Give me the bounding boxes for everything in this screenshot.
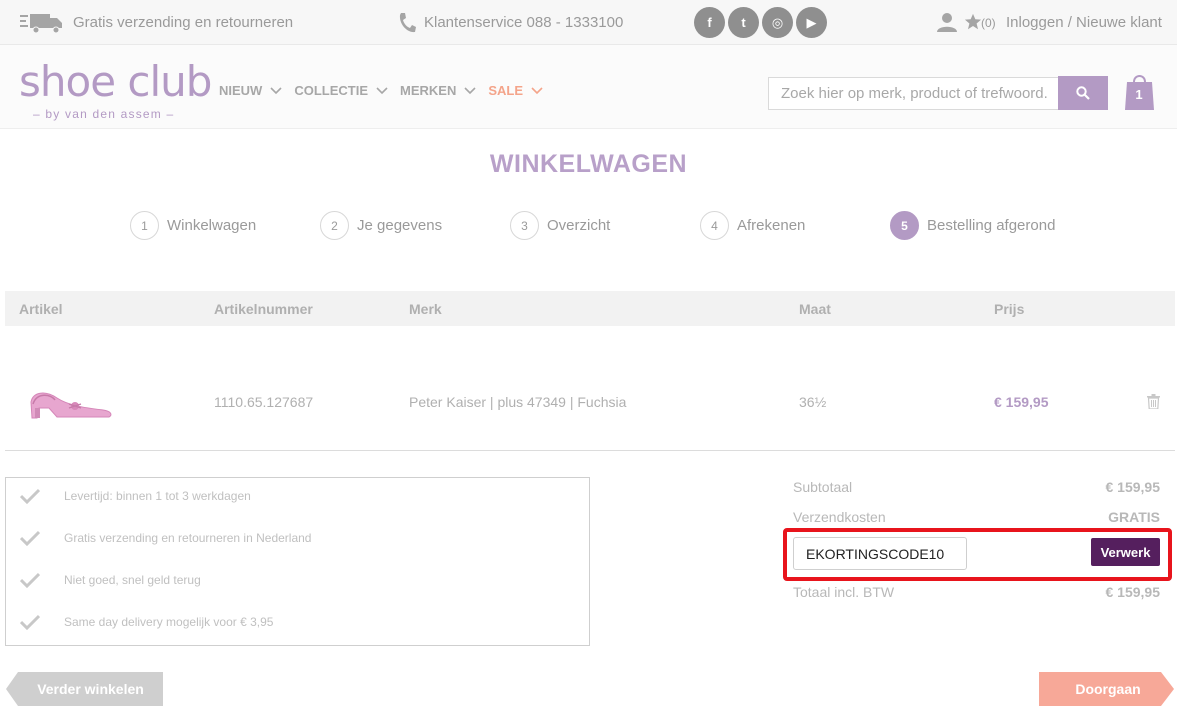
product-image[interactable]	[27, 382, 115, 422]
step-label: Afrekenen	[737, 217, 806, 234]
chevron-down-icon	[270, 86, 282, 94]
facebook-icon[interactable]: f	[694, 7, 725, 38]
nav-label: MERKEN	[400, 83, 457, 98]
apply-promo-button[interactable]: Verwerk	[1091, 538, 1160, 566]
usp-text: Gratis verzending en retourneren in Nede…	[64, 531, 312, 545]
promo-code-highlight: EKORTINGSCODE10 Verwerk	[783, 528, 1172, 581]
total-label: Totaal incl. BTW	[793, 584, 895, 600]
subtotal-line: Subtotaal € 159,95	[793, 479, 1160, 495]
search-icon	[1076, 86, 1090, 100]
step-gegevens: 2 Je gegevens	[320, 211, 442, 240]
column-header-artikelnummer: Artikelnummer	[214, 301, 313, 317]
search-button[interactable]	[1058, 76, 1108, 110]
step-number: 2	[320, 211, 349, 240]
checkmark-icon	[20, 614, 40, 630]
nav-label: SALE	[488, 83, 524, 98]
star-icon[interactable]	[964, 13, 982, 31]
instagram-icon[interactable]: ◎	[762, 7, 793, 38]
step-number: 4	[700, 211, 729, 240]
usp-item: Same day delivery mogelijk voor € 3,95	[20, 614, 273, 630]
total-line: Totaal incl. BTW € 159,95	[793, 584, 1160, 600]
step-number: 3	[510, 211, 539, 240]
table-row: 1110.65.127687 Peter Kaiser | plus 47349…	[5, 327, 1175, 451]
total-value: € 159,95	[1105, 584, 1161, 600]
usp-item: Gratis verzending en retourneren in Nede…	[20, 530, 311, 546]
usp-text: Same day delivery mogelijk voor € 3,95	[64, 615, 274, 629]
step-afrekenen: 4 Afrekenen	[700, 211, 805, 240]
page-title: WINKELWAGEN	[489, 150, 688, 178]
top-bar: Gratis verzending en retourneren Klanten…	[0, 0, 1177, 45]
social-links: f t ◎ ▶	[694, 7, 827, 38]
main-nav: NIEUW COLLECTIE MERKEN SALE	[219, 83, 543, 98]
shipping-info: Gratis verzending en retourneren	[73, 14, 294, 31]
step-label: Winkelwagen	[167, 217, 257, 234]
chevron-down-icon	[531, 86, 543, 94]
continue-shopping-button[interactable]: Verder winkelen	[6, 672, 163, 706]
customer-service-link[interactable]: Klantenservice 088 - 1333100	[424, 0, 623, 45]
nav-item-merken[interactable]: MERKEN	[400, 83, 476, 98]
favorites-count[interactable]: (0)	[981, 0, 996, 45]
nav-item-sale[interactable]: SALE	[488, 83, 543, 98]
product-brand[interactable]: Peter Kaiser | plus 47349 | Fuchsia	[409, 394, 626, 410]
login-link[interactable]: Inloggen / Nieuwe klant	[1006, 0, 1162, 45]
step-winkelwagen: 1 Winkelwagen	[130, 211, 256, 240]
checkmark-icon	[20, 572, 40, 588]
shipping-value: GRATIS	[1108, 509, 1160, 525]
usp-box: Levertijd: binnen 1 tot 3 werkdagen Grat…	[5, 477, 590, 646]
checkmark-icon	[20, 530, 40, 546]
shipping-label: Verzendkosten	[793, 509, 886, 525]
shipping-line: Verzendkosten GRATIS	[793, 509, 1160, 525]
usp-item: Levertijd: binnen 1 tot 3 werkdagen	[20, 488, 251, 504]
cart-count: 1	[1135, 87, 1143, 102]
product-size: 36½	[799, 394, 827, 410]
step-bestelling-afgerond: 5 Bestelling afgerond	[890, 211, 1055, 240]
youtube-icon[interactable]: ▶	[796, 7, 827, 38]
phone-icon	[399, 13, 416, 33]
step-number: 1	[130, 211, 159, 240]
column-header-artikel: Artikel	[19, 301, 63, 317]
cart-table-header: Artikel Artikelnummer Merk Maat Prijs	[5, 291, 1175, 326]
truck-icon	[20, 14, 62, 34]
button-label: Verder winkelen	[37, 681, 144, 697]
checkmark-icon	[20, 488, 40, 504]
usp-text: Niet goed, snel geld terug	[64, 573, 201, 587]
nav-item-collectie[interactable]: COLLECTIE	[294, 83, 388, 98]
column-header-merk: Merk	[409, 301, 442, 317]
promo-code-input[interactable]: EKORTINGSCODE10	[793, 537, 967, 570]
logo-tagline: – by van den assem –	[33, 107, 175, 121]
step-label: Bestelling afgerond	[927, 217, 1056, 234]
nav-item-nieuw[interactable]: NIEUW	[219, 83, 282, 98]
chevron-down-icon	[464, 86, 476, 94]
step-label: Overzicht	[547, 217, 611, 234]
twitter-icon[interactable]: t	[728, 7, 759, 38]
subtotal-value: € 159,95	[1105, 479, 1161, 495]
proceed-button[interactable]: Doorgaan	[1039, 672, 1174, 706]
article-number: 1110.65.127687	[214, 394, 314, 410]
column-header-maat: Maat	[799, 301, 831, 317]
step-number: 5	[890, 211, 919, 240]
search-input[interactable]: Zoek hier op merk, product of trefwoord.	[768, 77, 1058, 110]
chevron-down-icon	[376, 86, 388, 94]
logo[interactable]: shoe club	[19, 61, 212, 103]
trash-icon[interactable]	[1147, 394, 1160, 409]
step-label: Je gegevens	[357, 217, 443, 234]
subtotal-label: Subtotaal	[793, 479, 853, 495]
nav-label: NIEUW	[219, 83, 263, 98]
site-header: shoe club – by van den assem – NIEUW COL…	[0, 45, 1177, 129]
user-icon[interactable]	[937, 12, 957, 32]
column-header-prijs: Prijs	[994, 301, 1025, 317]
step-overzicht: 3 Overzicht	[510, 211, 610, 240]
usp-text: Levertijd: binnen 1 tot 3 werkdagen	[64, 489, 251, 503]
usp-item: Niet goed, snel geld terug	[20, 572, 201, 588]
nav-label: COLLECTIE	[294, 83, 369, 98]
product-price: € 159,95	[994, 394, 1049, 410]
button-label: Doorgaan	[1075, 681, 1141, 697]
